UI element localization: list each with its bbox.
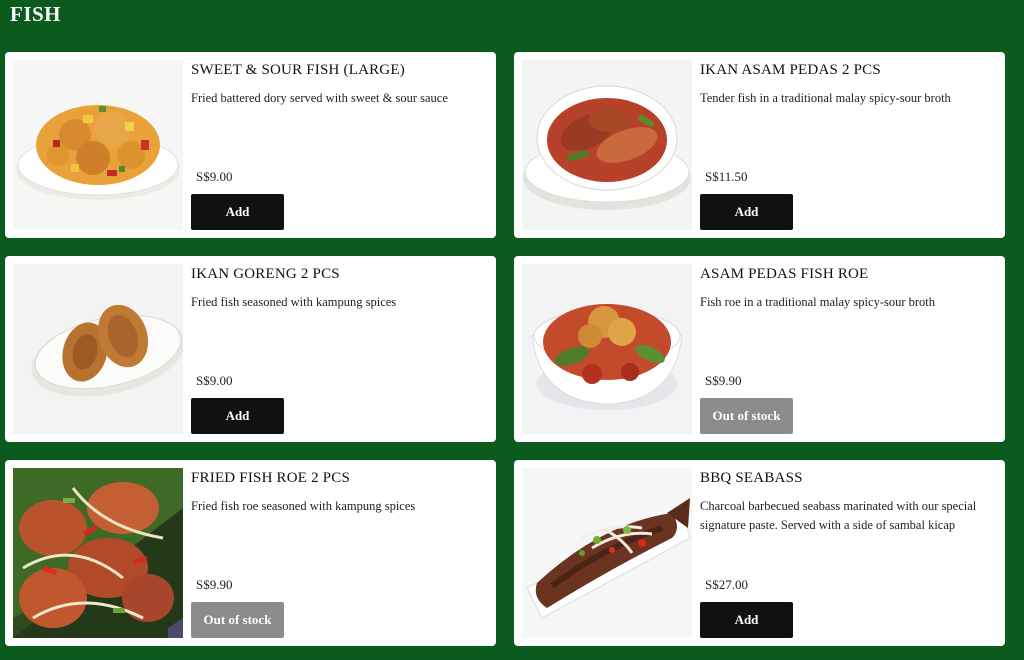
item-price: S$27.00 bbox=[705, 577, 748, 592]
item-price: S$11.50 bbox=[705, 169, 748, 184]
section-title: FISH bbox=[10, 2, 62, 26]
menu-item-info: IKAN ASAM PEDAS 2 PCS Tender fish in a t… bbox=[700, 60, 995, 230]
menu-item-card: ASAM PEDAS FISH ROE Fish roe in a tradit… bbox=[514, 256, 1005, 442]
out-of-stock-button[interactable]: Out of stock bbox=[191, 602, 284, 638]
menu-item-card: BBQ SEABASS Charcoal barbecued seabass m… bbox=[514, 460, 1005, 646]
menu-item-info: IKAN GORENG 2 PCS Fried fish seasoned wi… bbox=[191, 264, 486, 434]
item-name: FRIED FISH ROE 2 PCS bbox=[191, 470, 351, 486]
menu-page: FISH SWEET & SOUR FISH (LARGE) Fried bat… bbox=[0, 0, 1024, 660]
ikan-goreng-photo bbox=[13, 264, 183, 434]
item-description: Fried fish seasoned with kampung spices bbox=[191, 295, 397, 309]
add-button[interactable]: Add bbox=[191, 194, 284, 230]
menu-item-info: SWEET & SOUR FISH (LARGE) Fried battered… bbox=[191, 60, 486, 230]
asam-pedas-fish-roe-photo bbox=[522, 264, 692, 434]
item-name: BBQ SEABASS bbox=[700, 470, 803, 486]
add-button[interactable]: Add bbox=[191, 398, 284, 434]
item-name: IKAN ASAM PEDAS 2 PCS bbox=[700, 62, 881, 78]
menu-item-info: BBQ SEABASS Charcoal barbecued seabass m… bbox=[700, 468, 995, 638]
menu-item-info: FRIED FISH ROE 2 PCS Fried fish roe seas… bbox=[191, 468, 486, 638]
menu-item-card: SWEET & SOUR FISH (LARGE) Fried battered… bbox=[5, 52, 496, 238]
ikan-asam-pedas-photo bbox=[522, 60, 692, 230]
menu-item-card: IKAN GORENG 2 PCS Fried fish seasoned wi… bbox=[5, 256, 496, 442]
item-price: S$9.00 bbox=[196, 373, 233, 388]
item-name: IKAN GORENG 2 PCS bbox=[191, 266, 340, 282]
menu-item-info: ASAM PEDAS FISH ROE Fish roe in a tradit… bbox=[700, 264, 995, 434]
menu-grid: SWEET & SOUR FISH (LARGE) Fried battered… bbox=[5, 52, 1005, 646]
item-description: Tender fish in a traditional malay spicy… bbox=[700, 91, 951, 105]
item-price: S$9.90 bbox=[196, 577, 233, 592]
menu-item-card: IKAN ASAM PEDAS 2 PCS Tender fish in a t… bbox=[514, 52, 1005, 238]
item-price: S$9.90 bbox=[705, 373, 742, 388]
out-of-stock-button[interactable]: Out of stock bbox=[700, 398, 793, 434]
item-price: S$9.00 bbox=[196, 169, 233, 184]
item-name: SWEET & SOUR FISH (LARGE) bbox=[191, 62, 405, 78]
item-name: ASAM PEDAS FISH ROE bbox=[700, 266, 869, 282]
sweet-sour-fish-photo bbox=[13, 60, 183, 230]
add-button[interactable]: Add bbox=[700, 602, 793, 638]
item-description: Fried battered dory served with sweet & … bbox=[191, 91, 448, 105]
menu-item-card: FRIED FISH ROE 2 PCS Fried fish roe seas… bbox=[5, 460, 496, 646]
fried-fish-roe-photo bbox=[13, 468, 183, 638]
add-button[interactable]: Add bbox=[700, 194, 793, 230]
item-description: Charcoal barbecued seabass marinated wit… bbox=[700, 499, 977, 532]
item-description: Fish roe in a traditional malay spicy-so… bbox=[700, 295, 936, 309]
item-description: Fried fish roe seasoned with kampung spi… bbox=[191, 499, 416, 513]
bbq-seabass-photo bbox=[522, 468, 692, 638]
